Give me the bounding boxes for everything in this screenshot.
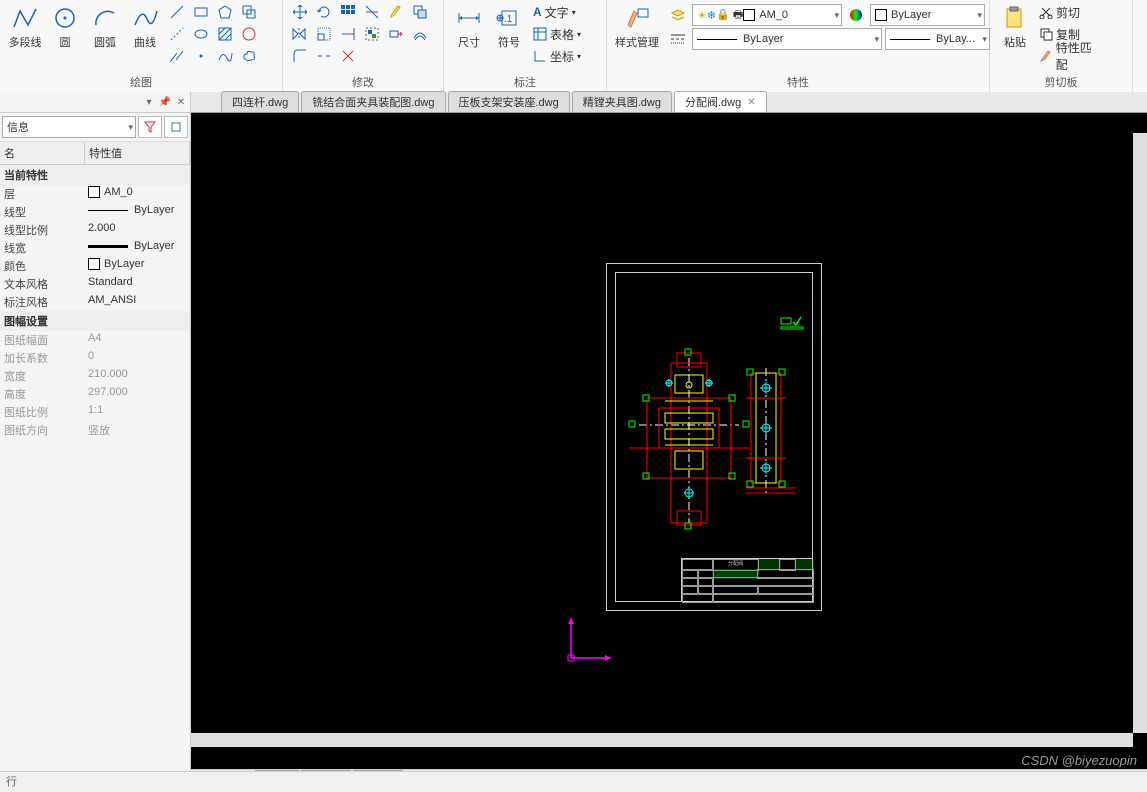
layer-props-icon[interactable] [667,5,689,25]
prop-category-current: 当前特性 [0,165,190,185]
property-row[interactable]: 线型比例2.000 [0,221,190,239]
clip-group-label: 剪切板 [996,72,1126,92]
copy-icon[interactable] [409,2,431,22]
text-button[interactable]: A文字▾ [530,2,584,22]
group-icon[interactable] [361,24,383,44]
svg-text:.1: .1 [504,14,513,25]
drawing-canvas[interactable]: 分配阀 [191,113,1147,769]
table-button[interactable]: 表格▾ [530,24,584,44]
prop-col-value: 特性值 [85,142,190,164]
property-row[interactable]: 高度297.000 [0,385,190,403]
curve-button[interactable]: 曲线 [126,2,164,52]
document-tabs: 四连杆.dwg铣结合面夹具装配图.dwg压板支架安装座.dwg精镗夹具图.dwg… [191,92,1147,113]
color-icon[interactable] [845,5,867,25]
toggle-pick-icon[interactable] [164,116,188,138]
property-row[interactable]: 加长系数0 [0,349,190,367]
ray-icon[interactable] [166,24,188,44]
break-icon[interactable] [313,46,335,66]
property-row[interactable]: 宽度210.000 [0,367,190,385]
draw-group-label: 绘图 [6,72,276,92]
polyline-button[interactable]: 多段线 [6,2,44,52]
prop-col-name: 名 [0,142,85,164]
trim-icon[interactable] [361,2,383,22]
property-row[interactable]: 图纸幅面A4 [0,331,190,349]
explode-icon[interactable] [337,46,359,66]
ribbon: 多段线 圆 圆弧 曲线 绘图 [0,0,1147,93]
paste-button[interactable]: 粘贴 [996,2,1034,52]
line-icon[interactable] [166,2,188,22]
document-tab[interactable]: 铣结合面夹具装配图.dwg [301,91,445,112]
property-row[interactable]: 线型ByLayer [0,203,190,221]
linetype-icon[interactable] [667,29,689,49]
region-icon[interactable] [238,2,260,22]
panel-pin-icon[interactable]: 📌 [159,96,171,108]
point-icon[interactable] [190,46,212,66]
panel-menu-icon[interactable]: ▾ [143,96,155,108]
dim-group-label: 标注 [450,72,600,92]
properties-panel: ▾ 📌 ✕ 信息 名 特性值 当前特性 层AM_0线型ByLayer线型比例2.… [0,92,191,792]
polygon-icon[interactable] [214,2,236,22]
color-combo[interactable]: ByLayer [870,4,985,26]
v-scrollbar[interactable] [1133,133,1147,733]
lineweight-combo[interactable]: ByLay... [885,28,990,50]
coord-button[interactable]: 坐标▾ [530,46,584,66]
drawing-content [191,113,1147,769]
rotate-icon[interactable] [313,2,335,22]
prop-category-sheet: 图幅设置 [0,311,190,331]
document-tab[interactable]: 四连杆.dwg [221,91,299,112]
watermark: CSDN @biyezuopin [1021,753,1137,768]
xline-icon[interactable] [166,46,188,66]
arc-button[interactable]: 圆弧 [86,2,124,52]
props-group-label: 特性 [613,72,983,92]
spline-icon[interactable] [214,46,236,66]
circle-button[interactable]: 圆 [46,2,84,52]
ellipse-icon[interactable] [190,24,212,44]
modify-group-label: 修改 [289,72,437,92]
property-row[interactable]: 文本风格Standard [0,275,190,293]
property-row[interactable]: 标注风格AM_ANSI [0,293,190,311]
ucs-icon [561,608,621,668]
stretch-icon[interactable] [385,24,407,44]
offset-icon[interactable] [409,24,431,44]
symbol-button[interactable]: .1符号 [490,2,528,52]
status-bar: 行 [0,771,1147,792]
cut-button[interactable]: 剪切 [1036,2,1106,22]
mirror-icon[interactable] [289,24,311,44]
brush-icon[interactable] [385,2,407,22]
revcloud-icon[interactable] [238,46,260,66]
rect-icon[interactable] [190,2,212,22]
quick-select-icon[interactable] [138,116,162,138]
fillet-icon[interactable] [289,46,311,66]
extend-icon[interactable] [337,24,359,44]
dimension-button[interactable]: 尺寸 [450,2,488,52]
property-row[interactable]: 图纸比例1:1 [0,403,190,421]
property-row[interactable]: 线宽ByLayer [0,239,190,257]
panel-close-icon[interactable]: ✕ [175,96,187,108]
linetype-combo[interactable]: ByLayer [692,28,882,50]
document-tab[interactable]: 分配阀.dwg✕ [674,91,767,112]
property-row[interactable]: 层AM_0 [0,185,190,203]
hatch-icon[interactable] [214,24,236,44]
match-props-button[interactable]: 特性匹配 [1036,46,1106,66]
layer-combo[interactable]: ☀ ❄ 🔒 🖶 AM_0 [692,4,842,26]
document-tab[interactable]: 压板支架安装座.dwg [448,91,570,112]
move-icon[interactable] [289,2,311,22]
scale-icon[interactable] [313,24,335,44]
property-row[interactable]: 图纸方向竖放 [0,421,190,439]
boundary-icon[interactable] [238,24,260,44]
document-tab[interactable]: 精镗夹具图.dwg [572,91,672,112]
h-scrollbar[interactable] [191,733,1133,747]
filter-combo[interactable]: 信息 [2,116,136,138]
close-icon[interactable]: ✕ [747,97,755,108]
property-row[interactable]: 颜色ByLayer [0,257,190,275]
style-manager-button[interactable]: 样式管理 [613,2,661,52]
array-icon[interactable] [337,2,359,22]
